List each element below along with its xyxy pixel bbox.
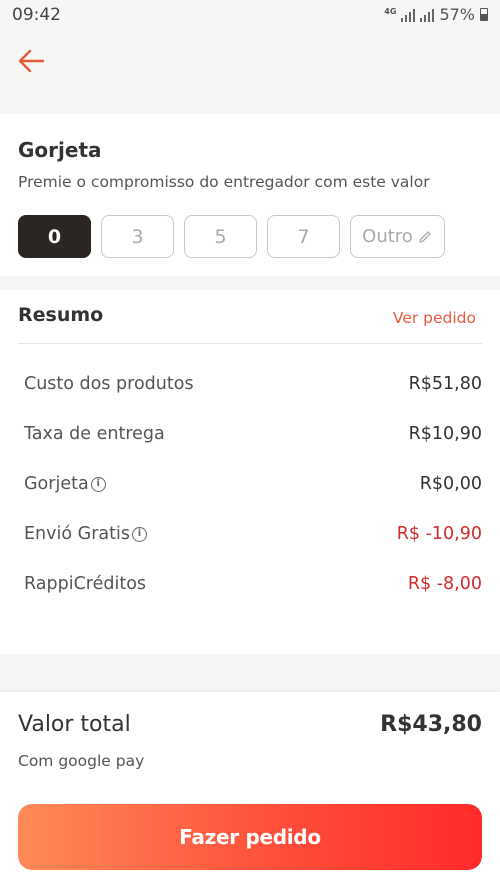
tip-option-0[interactable]: 0	[18, 215, 91, 258]
status-time: 09:42	[12, 5, 61, 25]
arrow-left-icon	[18, 49, 45, 73]
info-icon[interactable]: i	[90, 476, 106, 492]
tip-option-7[interactable]: 7	[267, 215, 340, 258]
row-value: R$10,90	[408, 424, 482, 444]
row-label: Gorjeta	[24, 474, 89, 494]
place-order-button[interactable]: Fazer pedido	[18, 804, 482, 870]
tip-option-other[interactable]: Outro	[350, 215, 445, 258]
pencil-icon	[419, 230, 431, 243]
tip-option-3[interactable]: 3	[101, 215, 174, 258]
tip-options: 0 3 5 7 Outro	[18, 215, 445, 258]
network-type: 4G	[384, 6, 397, 16]
summary-row-products: Custo dos produtos R$51,80	[24, 374, 482, 424]
divider	[18, 343, 482, 344]
total-label: Valor total	[18, 712, 131, 737]
header	[0, 30, 500, 114]
tip-other-label: Outro	[362, 226, 413, 247]
row-label: Custo dos produtos	[24, 374, 194, 394]
row-label-with-info[interactable]: Gorjeta i	[24, 474, 106, 494]
summary-section: Resumo Ver pedido Custo dos produtos R$5…	[0, 290, 500, 654]
total-value: R$43,80	[380, 712, 482, 737]
tip-title: Gorjeta	[18, 138, 102, 162]
summary-title: Resumo	[18, 304, 104, 326]
payment-method[interactable]: Com google pay	[18, 752, 144, 770]
battery-icon	[480, 8, 488, 21]
view-order-link[interactable]: Ver pedido	[393, 309, 476, 327]
row-value: R$51,80	[408, 374, 482, 394]
summary-rows: Custo dos produtos R$51,80 Taxa de entre…	[24, 374, 482, 624]
info-icon[interactable]: i	[131, 526, 147, 542]
tip-subtitle: Premie o compromisso do entregador com e…	[18, 173, 430, 191]
summary-row-tip: Gorjeta i R$0,00	[24, 474, 482, 524]
summary-row-free-shipping: Envió Gratis i R$ -10,90	[24, 524, 482, 574]
signal-icon-2	[420, 8, 435, 22]
total-section: Valor total R$43,80 Com google pay Fazer…	[0, 692, 500, 889]
row-label-with-info[interactable]: Envió Gratis i	[24, 524, 147, 544]
row-label: RappiCréditos	[24, 574, 147, 594]
row-label: Taxa de entrega	[24, 424, 165, 444]
signal-icon	[401, 8, 416, 22]
summary-row-delivery-fee: Taxa de entrega R$10,90	[24, 424, 482, 474]
status-bar: 09:42 4G 57%	[0, 0, 500, 30]
battery-percent: 57%	[439, 5, 475, 24]
row-value: R$ -8,00	[407, 574, 482, 594]
back-button[interactable]	[14, 44, 54, 80]
summary-row-credits: RappiCréditos R$ -8,00	[24, 574, 482, 624]
status-icons: 4G 57%	[384, 5, 488, 24]
tip-section: Gorjeta Premie o compromisso do entregad…	[0, 114, 500, 276]
row-value: R$0,00	[419, 474, 482, 494]
row-label: Envió Gratis	[24, 524, 130, 544]
row-value: R$ -10,90	[396, 524, 482, 544]
tip-option-5[interactable]: 5	[184, 215, 257, 258]
